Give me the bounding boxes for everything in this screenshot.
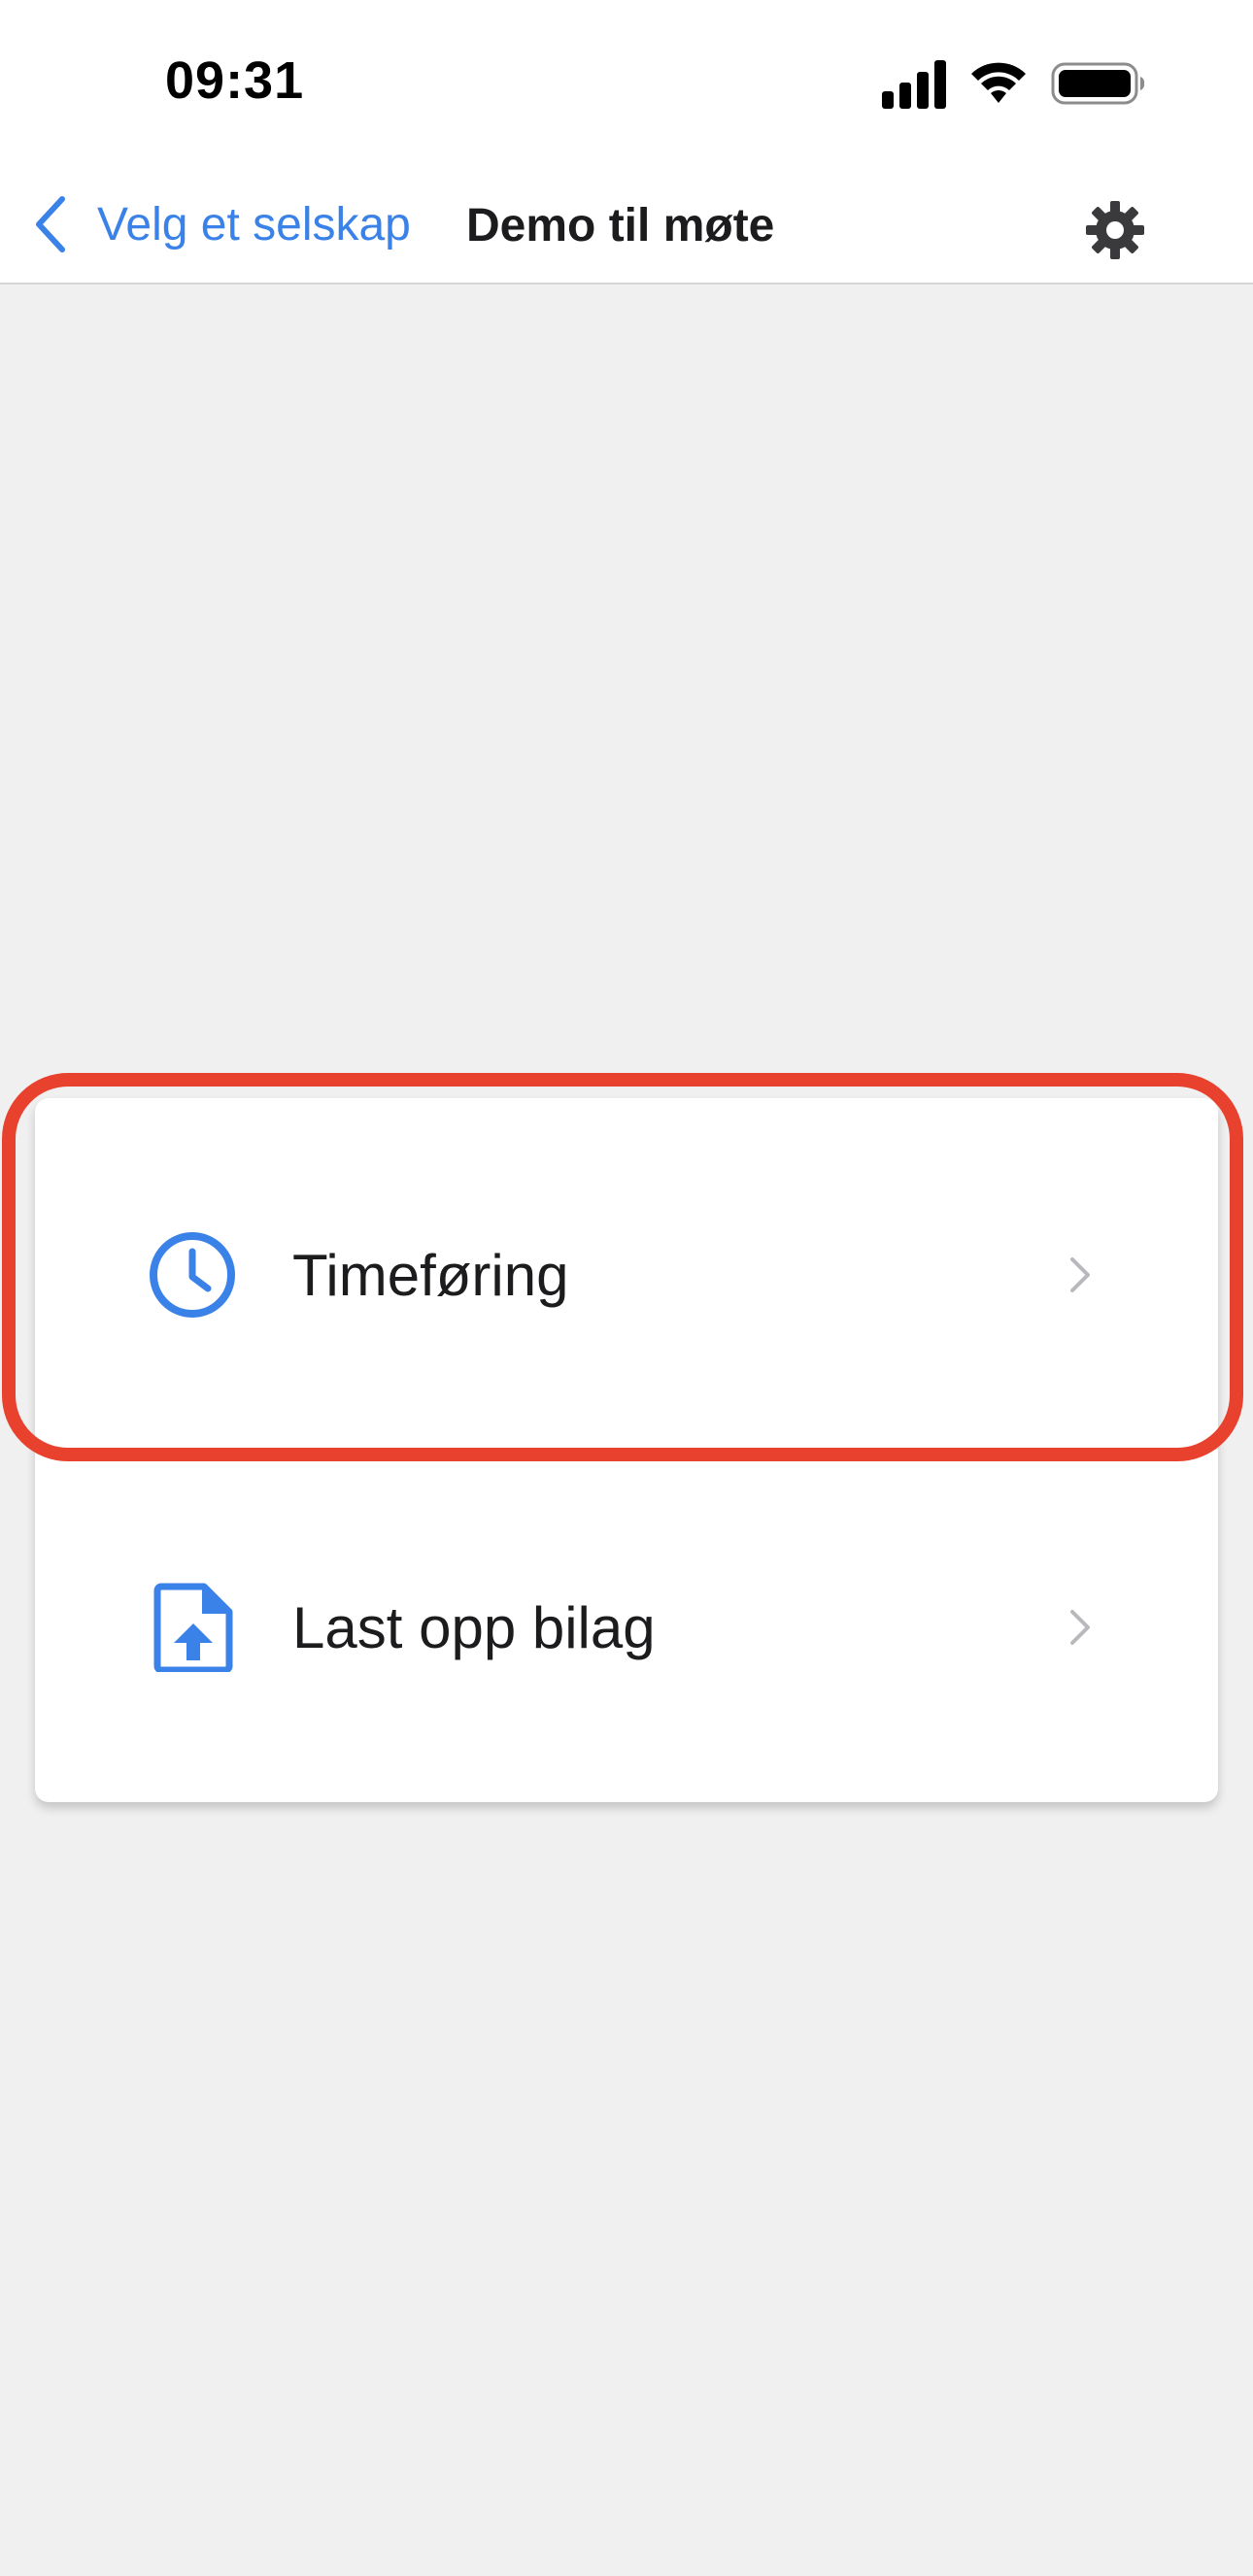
back-button-label: Velg et selskap [97,198,411,251]
file-upload-icon [153,1583,233,1672]
wifi-icon [971,62,1026,103]
page-title: Demo til møte [466,200,775,251]
back-button[interactable]: Velg et selskap [31,190,411,258]
clock-icon [150,1232,235,1318]
menu-item-timeforing[interactable]: Timeføring [35,1098,1218,1450]
gear-icon[interactable] [1084,199,1146,261]
menu-card: Timeføring Last opp bilag [35,1098,1218,1802]
status-bar: 09:31 [0,0,1253,165]
chevron-right-icon [1070,1257,1090,1292]
navigation-bar: Velg et selskap Demo til møte [0,165,1253,284]
cellular-signal-icon [882,60,946,109]
menu-item-label: Timeføring [292,1243,569,1308]
menu-item-last-opp-bilag[interactable]: Last opp bilag [35,1451,1218,1802]
status-icons [882,58,1146,109]
chevron-right-icon [1070,1610,1090,1645]
chevron-left-icon [36,196,65,252]
menu-item-label: Last opp bilag [292,1595,656,1660]
battery-icon [1051,62,1145,105]
status-time: 09:31 [165,51,305,110]
